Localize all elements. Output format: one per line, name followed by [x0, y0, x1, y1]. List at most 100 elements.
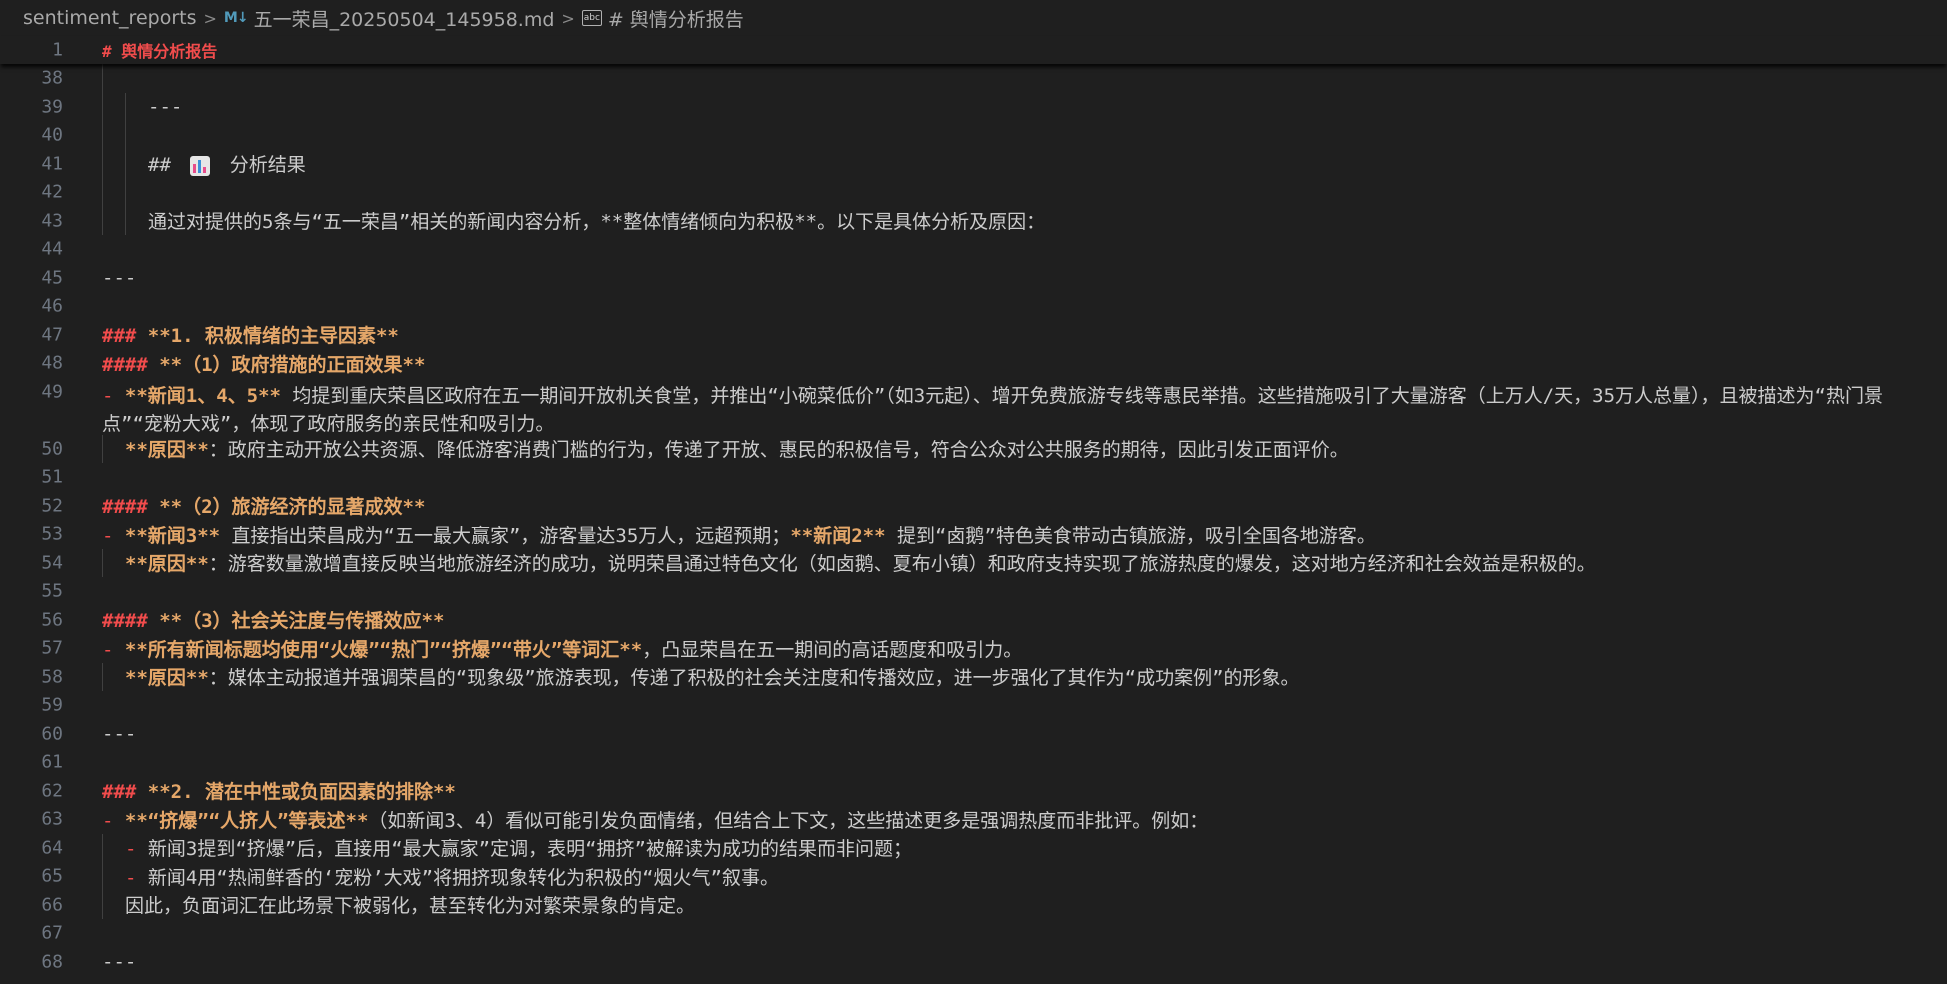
code-line[interactable]: 58 **原因**：媒体主动报道并强调荣昌的“现象级”旅游表现，传递了积极的社会… — [0, 662, 1947, 691]
indent-guide — [102, 833, 103, 862]
line-number: 57 — [41, 637, 63, 659]
sticky-line-content: # 舆情分析报告 — [102, 38, 1947, 62]
line-number: 52 — [41, 495, 63, 517]
line-number: 61 — [41, 751, 63, 773]
code-line[interactable]: 47 ### **1. 积极情绪的主导因素** — [0, 321, 1947, 350]
bold-text: **原因** — [125, 667, 209, 690]
list-marker: - — [125, 838, 137, 861]
heading-text: **（2）旅游经济的显著成效** — [159, 496, 426, 519]
chevron-right-icon: > — [561, 8, 575, 28]
indent-guide — [125, 92, 126, 121]
code-line[interactable]: 39 --- — [0, 92, 1947, 121]
bold-text: **新闻1、4、5** — [124, 384, 281, 407]
line-text: 通过对提供的5条与“五一荣昌”相关的新闻内容分析，**整体情绪倾向为积极**。以… — [148, 211, 1046, 234]
code-line[interactable]: 68 --- — [0, 948, 1947, 977]
code-line[interactable]: 42 — [0, 178, 1947, 207]
line-number: 53 — [41, 523, 63, 545]
line-number: 67 — [41, 922, 63, 944]
code-line[interactable]: 60 --- — [0, 720, 1947, 749]
bold-text: **新闻3** — [124, 524, 221, 547]
line-number: 59 — [41, 694, 63, 716]
code-line[interactable]: 57 - **所有新闻标题均使用“火爆”“热门”“挤爆”“带火”等词汇**，凸显… — [0, 634, 1947, 663]
code-line[interactable]: 63 - **“挤爆”“人挤人”等表述**（如新闻3、4）看似可能引发负面情绪，… — [0, 805, 1947, 834]
bold-text: **原因** — [125, 553, 209, 576]
code-line[interactable]: 62 ### **2. 潜在中性或负面因素的排除** — [0, 777, 1947, 806]
line-text: --- — [148, 95, 183, 118]
heading-marker: # — [102, 42, 112, 61]
line-text: --- — [102, 266, 137, 289]
breadcrumb-symbol[interactable]: # 舆情分析报告 — [608, 5, 744, 32]
line-text: #### **（2）旅游经济的显著成效** — [102, 492, 1947, 519]
list-marker: - — [125, 866, 137, 889]
line-text: #### **（1）政府措施的正面效果** — [102, 350, 1947, 377]
plain-text: ：媒体主动报道并强调荣昌的“现象级”旅游表现，传递了积极的社会关注度和传播效应，… — [208, 667, 1300, 690]
code-line[interactable]: 51 — [0, 463, 1947, 492]
code-line[interactable]: 40 — [0, 121, 1947, 150]
editor-text-area[interactable]: 38 39 --- 40 41 ## 分析结果 42 43 通过对提供的5条与“… — [0, 64, 1947, 976]
bold-text: **“挤爆”“人挤人”等表述** — [124, 809, 369, 832]
indent-guide — [102, 178, 103, 207]
line-number: 47 — [41, 324, 63, 346]
line-number: 65 — [41, 865, 63, 887]
indent-guide — [125, 178, 126, 207]
code-line[interactable]: 46 — [0, 292, 1947, 321]
code-line[interactable]: 45 --- — [0, 264, 1947, 293]
breadcrumb-folder[interactable]: sentiment_reports — [23, 7, 196, 29]
list-marker: - — [102, 638, 114, 661]
line-text: **原因**：游客数量激增直接反映当地旅游经济的成功，说明荣昌通过特色文化（如卤… — [125, 549, 1947, 576]
code-line[interactable]: 43 通过对提供的5条与“五一荣昌”相关的新闻内容分析，**整体情绪倾向为积极*… — [0, 206, 1947, 235]
plain-text: 新闻3提到“挤爆”后，直接用“最大赢家”定调，表明“拥挤”被解读为成功的结果而非… — [147, 838, 912, 861]
heading-text: **（3）社会关注度与传播效应** — [159, 610, 445, 633]
code-line[interactable]: 54 **原因**：游客数量激增直接反映当地旅游经济的成功，说明荣昌通过特色文化… — [0, 548, 1947, 577]
indent-guide — [102, 121, 103, 150]
heading-text: 舆情分析报告 — [121, 42, 218, 61]
code-line[interactable]: 53 - **新闻3** 直接指出荣昌成为“五一最大赢家”，游客量达35万人，远… — [0, 520, 1947, 549]
heading-text: **2. 潜在中性或负面因素的排除** — [147, 781, 456, 804]
list-marker: - — [102, 524, 114, 547]
indent-guide — [102, 890, 103, 919]
code-line[interactable]: 50 **原因**：政府主动开放公共资源、降低游客消费门槛的行为，传递了开放、惠… — [0, 434, 1947, 463]
line-number: 55 — [41, 580, 63, 602]
indent-guide — [125, 149, 126, 178]
code-line[interactable]: 65 - 新闻4用“热闹鲜香的‘宠粉’大戏”将拥挤现象转化为积极的“烟火气”叙事… — [0, 862, 1947, 891]
heading-text: **（1）政府措施的正面效果** — [159, 353, 426, 376]
line-number: 64 — [41, 837, 63, 859]
line-text: - 新闻3提到“挤爆”后，直接用“最大赢家”定调，表明“拥挤”被解读为成功的结果… — [125, 834, 1947, 861]
code-line[interactable]: 56 #### **（3）社会关注度与传播效应** — [0, 606, 1947, 635]
list-marker: - — [102, 384, 114, 407]
line-text: --- — [102, 950, 137, 973]
line-number: 51 — [41, 466, 63, 488]
line-number: 66 — [41, 894, 63, 916]
list-marker: - — [102, 809, 114, 832]
bar-chart-icon — [190, 155, 211, 176]
code-line[interactable]: 55 — [0, 577, 1947, 606]
line-text: ### **2. 潜在中性或负面因素的排除** — [102, 777, 1947, 804]
indent-guide — [102, 548, 103, 577]
code-line[interactable]: 49 - **新闻1、4、5** 均提到重庆荣昌区政府在五一期间开放机关食堂，并… — [0, 378, 1947, 435]
plain-text: ：政府主动开放公共资源、降低游客消费门槛的行为，传递了开放、惠民的积极信号，符合… — [208, 439, 1349, 462]
heading-text: **1. 积极情绪的主导因素** — [147, 325, 399, 348]
code-line[interactable]: 41 ## 分析结果 — [0, 149, 1947, 178]
line-text: #### **（3）社会关注度与传播效应** — [102, 606, 1947, 633]
bold-text: **所有新闻标题均使用“火爆”“热门”“挤爆”“带火”等词汇** — [124, 638, 643, 661]
bold-text: **原因** — [125, 439, 209, 462]
breadcrumb-file[interactable]: 五一荣昌_20250504_145958.md — [254, 5, 555, 32]
code-line[interactable]: 38 — [0, 64, 1947, 93]
heading-marker: #### — [102, 496, 148, 519]
code-line[interactable]: 67 — [0, 919, 1947, 948]
markdown-file-icon: M↓ — [223, 10, 249, 26]
line-text: **原因**：政府主动开放公共资源、降低游客消费门槛的行为，传递了开放、惠民的积… — [125, 435, 1947, 462]
code-line[interactable]: 59 — [0, 691, 1947, 720]
line-number: 45 — [41, 267, 63, 289]
plain-text: 均提到重庆荣昌区政府在五一期间开放机关食堂，并推出“小碗菜低价”（如3元起）、增… — [102, 384, 1884, 435]
line-number: 42 — [41, 181, 63, 203]
indent-guide — [102, 64, 103, 93]
code-line[interactable]: 44 — [0, 235, 1947, 264]
code-line[interactable]: 64 - 新闻3提到“挤爆”后，直接用“最大赢家”定调，表明“拥挤”被解读为成功… — [0, 833, 1947, 862]
code-line[interactable]: 52 #### **（2）旅游经济的显著成效** — [0, 492, 1947, 521]
line-number: 46 — [41, 295, 63, 317]
code-line[interactable]: 66 因此，负面词汇在此场景下被弱化，甚至转化为对繁荣景象的肯定。 — [0, 890, 1947, 919]
code-line[interactable]: 61 — [0, 748, 1947, 777]
sticky-scroll-header[interactable]: 1 # 舆情分析报告 — [0, 36, 1947, 64]
code-line[interactable]: 48 #### **（1）政府措施的正面效果** — [0, 349, 1947, 378]
